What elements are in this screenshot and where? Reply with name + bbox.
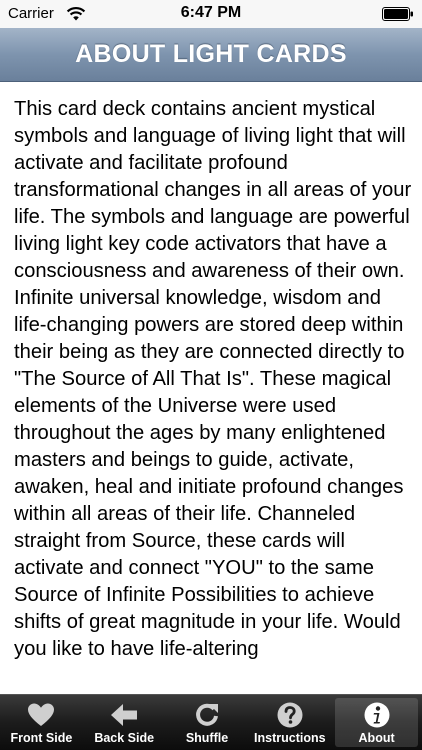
arrow-left-icon [111, 704, 138, 726]
tab-label: Back Side [94, 731, 155, 745]
about-body-text: This card deck contains ancient mystical… [14, 98, 412, 660]
info-icon [364, 702, 390, 728]
about-content-scroll[interactable]: This card deck contains ancient mystical… [0, 82, 422, 694]
page-title: ABOUT LIGHT CARDS [75, 40, 347, 68]
tab-bar: Front Side Back Side Shuffle Instruction… [0, 694, 422, 750]
tab-label: Front Side [10, 731, 73, 745]
heart-icon [28, 703, 55, 726]
tab-label: About [358, 731, 395, 745]
tab-front-side[interactable]: Front Side [0, 695, 83, 750]
question-icon [277, 702, 303, 728]
tab-about[interactable]: About [335, 698, 418, 747]
refresh-icon [196, 703, 218, 726]
tab-instructions[interactable]: Instructions [248, 695, 331, 750]
battery-icon [382, 7, 413, 21]
tab-label: Instructions [254, 731, 326, 745]
status-bar: Carrier 6:47 PM [0, 0, 422, 28]
tab-label: Shuffle [185, 731, 229, 745]
tab-shuffle[interactable]: Shuffle [166, 695, 249, 750]
navigation-bar: ABOUT LIGHT CARDS [0, 28, 422, 82]
tab-back-side[interactable]: Back Side [83, 695, 166, 750]
clock: 6:47 PM [180, 4, 242, 21]
